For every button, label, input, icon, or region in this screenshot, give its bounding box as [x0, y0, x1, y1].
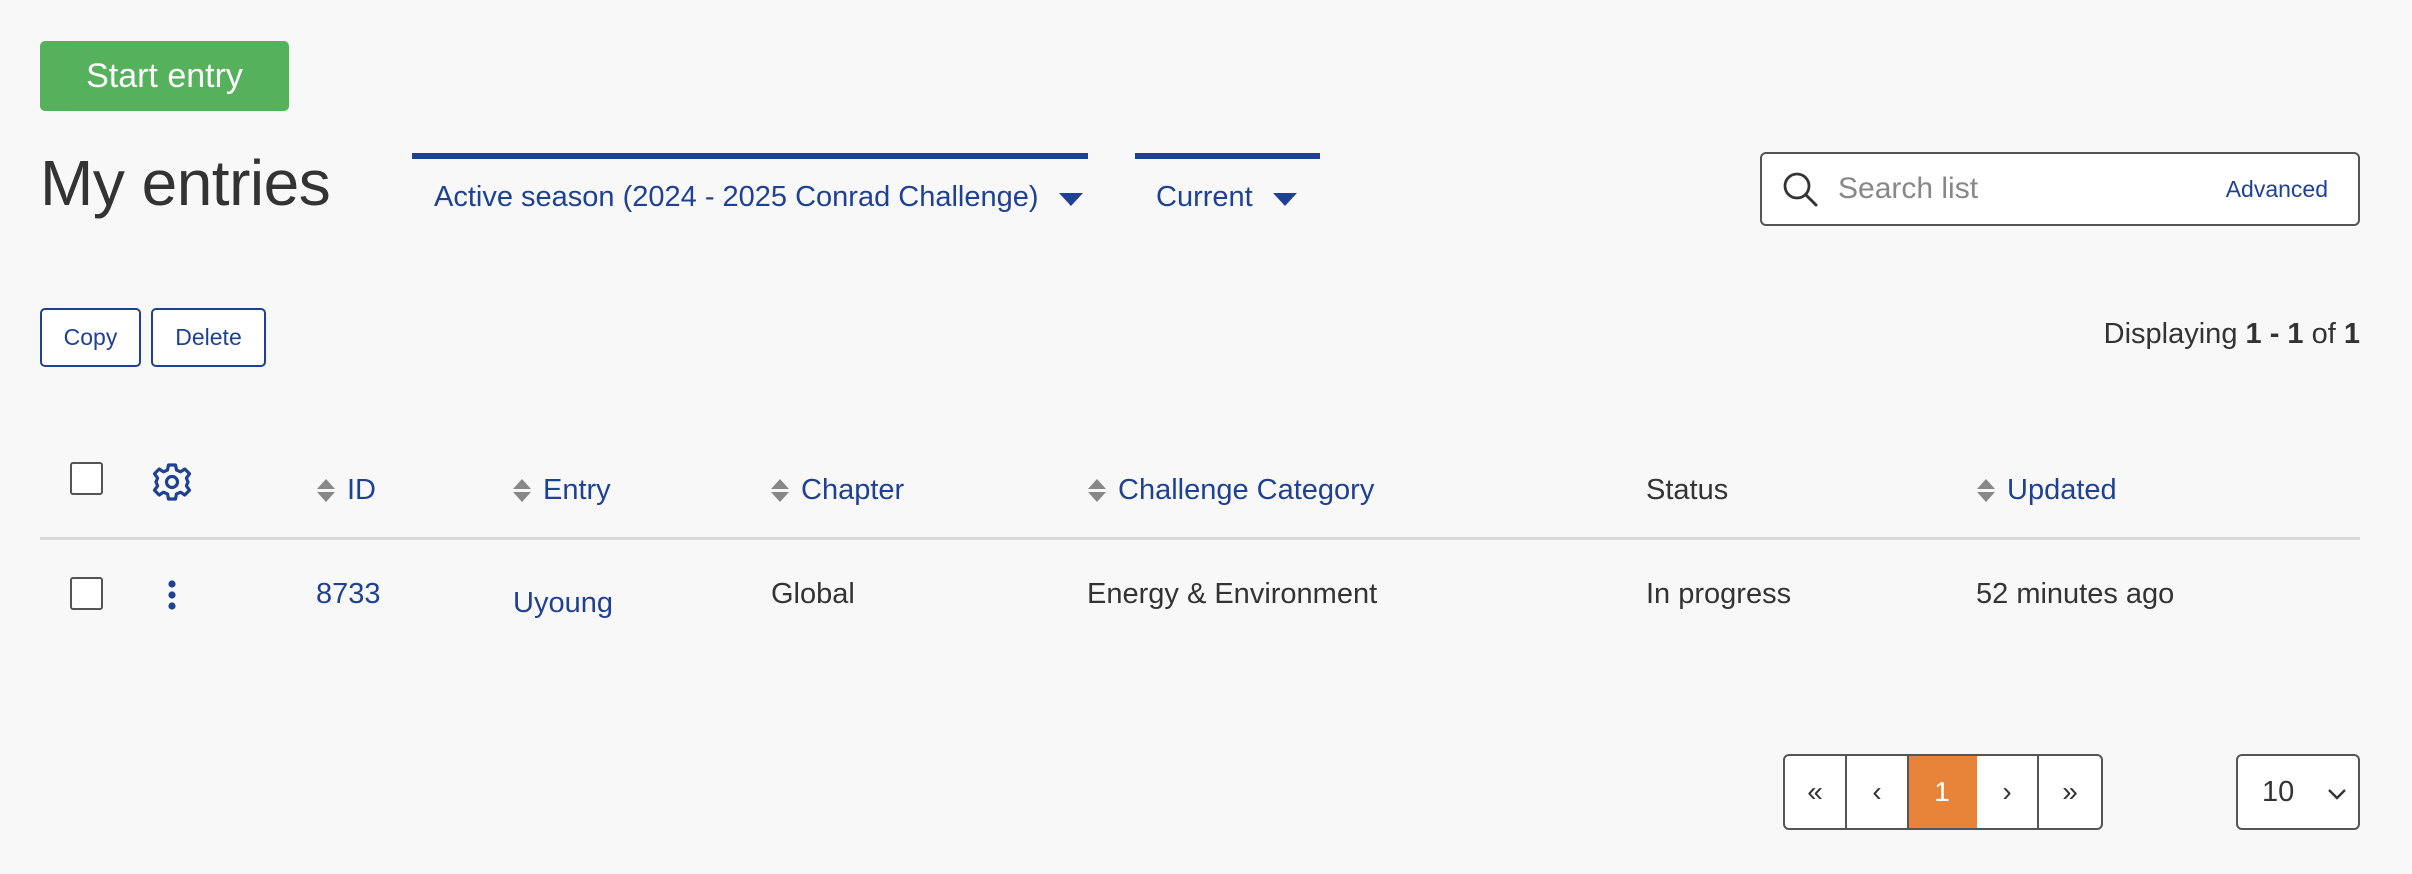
results-prefix: Displaying — [2103, 318, 2238, 350]
status-filter-label: Current — [1156, 180, 1253, 213]
results-range: 1 - 1 — [2245, 318, 2304, 350]
row-status: In progress — [1646, 578, 1792, 610]
pagination: « ‹ 1 › » — [1783, 754, 2103, 830]
row-entry-link[interactable]: Uyoung — [513, 587, 613, 620]
row-chapter: Global — [771, 578, 855, 610]
column-header-entry[interactable]: Entry — [513, 472, 611, 508]
row-checkbox[interactable] — [70, 577, 103, 610]
search-icon[interactable] — [1778, 167, 1822, 211]
advanced-search-link[interactable]: Advanced — [2226, 176, 2328, 203]
results-count: Displaying 1 - 1 of 1 — [2104, 318, 2360, 351]
previous-page-button[interactable]: ‹ — [1847, 756, 1909, 828]
results-of: of — [2311, 318, 2336, 350]
sort-icon — [513, 478, 531, 502]
column-header-entry-label: Entry — [543, 473, 611, 506]
column-header-chapter-label: Chapter — [801, 473, 905, 506]
start-entry-button[interactable]: Start entry — [40, 41, 289, 111]
sort-icon — [1088, 478, 1106, 502]
row-id-link[interactable]: 8733 — [316, 578, 381, 611]
row-updated: 52 minutes ago — [1976, 578, 2175, 610]
delete-button[interactable]: Delete — [151, 308, 266, 367]
column-header-challenge-category-label: Challenge Category — [1118, 473, 1375, 506]
column-header-chapter[interactable]: Chapter — [771, 472, 904, 508]
per-page-value: 10 — [2262, 775, 2295, 808]
results-total: 1 — [2343, 318, 2360, 350]
gear-icon[interactable] — [150, 460, 194, 504]
select-all-checkbox[interactable] — [70, 462, 103, 495]
search-input[interactable] — [1836, 171, 2200, 207]
search-box: Advanced — [1760, 152, 2360, 226]
next-page-button[interactable]: › — [1977, 756, 2039, 828]
sort-icon — [771, 478, 789, 502]
column-header-id-label: ID — [347, 473, 376, 506]
chevron-down-icon — [2326, 776, 2348, 809]
season-filter-dropdown[interactable]: Active season (2024 - 2025 Conrad Challe… — [412, 153, 1088, 235]
sort-icon — [317, 478, 335, 502]
column-header-challenge-category[interactable]: Challenge Category — [1088, 472, 1374, 508]
kebab-menu-icon[interactable] — [160, 575, 184, 615]
column-header-status: Status — [1646, 472, 1728, 508]
sort-icon — [1977, 478, 1995, 502]
column-header-updated-label: Updated — [2007, 473, 2117, 506]
status-filter-dropdown[interactable]: Current — [1135, 153, 1320, 235]
per-page-select[interactable]: 10 — [2236, 754, 2360, 830]
column-header-id[interactable]: ID — [317, 472, 376, 508]
current-page-button[interactable]: 1 — [1909, 756, 1977, 828]
last-page-button[interactable]: » — [2039, 756, 2101, 828]
page-title: My entries — [40, 147, 331, 219]
column-header-status-label: Status — [1646, 473, 1729, 506]
row-challenge-category: Energy & Environment — [1087, 578, 1378, 610]
caret-down-icon — [1272, 192, 1297, 206]
copy-button[interactable]: Copy — [40, 308, 141, 367]
first-page-button[interactable]: « — [1785, 756, 1847, 828]
caret-down-icon — [1058, 192, 1083, 206]
season-filter-label: Active season (2024 - 2025 Conrad Challe… — [434, 180, 1039, 213]
column-header-updated[interactable]: Updated — [1977, 472, 2117, 508]
